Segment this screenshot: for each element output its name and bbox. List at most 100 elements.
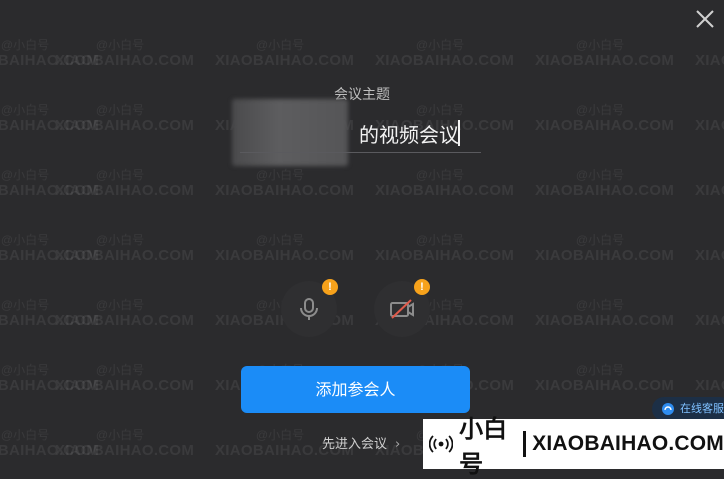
microphone-icon	[300, 298, 318, 320]
watermark-cn: @小白号	[695, 298, 724, 312]
watermark-en: XIAOBAIHAO.COM	[695, 377, 724, 394]
watermark-cn: @小白号	[695, 38, 724, 52]
watermark-en: XIAOBAIHAO.COM	[55, 182, 195, 199]
watermark-en: XIAOBAIHAO.COM	[0, 182, 100, 199]
watermark-cn: @小白号	[415, 38, 465, 52]
watermark: @小白号XIAOBAIHAO.COM	[535, 363, 675, 395]
online-service-button[interactable]: 在线客服	[652, 397, 724, 421]
watermark-cn: @小白号	[575, 38, 625, 52]
enter-meeting-label: 先进入会议	[322, 437, 388, 452]
watermark-cn: @小白号	[95, 298, 145, 312]
watermark-en: XIAOBAIHAO.COM	[535, 117, 675, 134]
text-caret	[458, 120, 460, 146]
brand-banner: 小白号 XIAOBAIHAO.COM	[423, 415, 724, 478]
watermark-en: XIAOBAIHAO.COM	[535, 52, 675, 69]
watermark-en: XIAOBAIHAO.COM	[55, 442, 195, 459]
watermark-en: XIAOBAIHAO.COM	[215, 182, 355, 199]
watermark: @小白号XIAOBAIHAO.COM	[375, 233, 515, 265]
watermark-cn: @小白号	[255, 38, 305, 52]
watermark-en: XIAOBAIHAO.COM	[375, 247, 515, 264]
close-button[interactable]	[694, 8, 716, 30]
watermark-cn: @小白号	[695, 233, 724, 247]
watermark-cn: @小白号	[415, 233, 465, 247]
watermark-cn: @小白号	[95, 38, 145, 52]
watermark-en: XIAOBAIHAO.COM	[55, 117, 195, 134]
watermark-en: XIAOBAIHAO.COM	[695, 182, 724, 199]
watermark: @小白号XIAOBAIHAO.COM	[215, 233, 355, 265]
watermark-cn: @小白号	[95, 363, 145, 377]
watermark-en: XIAOBAIHAO.COM	[0, 117, 100, 134]
watermark: @小白号XIAOBAIHAO.COM	[535, 233, 675, 265]
watermark-cn: @小白号	[575, 298, 625, 312]
watermark-en: XIAOBAIHAO.COM	[695, 312, 724, 329]
watermark-en: XIAOBAIHAO.COM	[535, 182, 675, 199]
watermark: @小白号XIAOBAIHAO.COM	[375, 168, 514, 200]
broadcast-icon	[429, 435, 454, 453]
watermark: @小白号XIAOBAIHAO.COM	[535, 168, 675, 200]
close-icon	[696, 10, 714, 28]
watermark-en: XIAOBAIHAO.COM	[55, 247, 195, 264]
watermark-en: XIAOBAIHAO.COM	[55, 377, 195, 394]
enter-meeting-link[interactable]: 先进入会议 ›	[322, 433, 400, 452]
meeting-topic-input[interactable]	[240, 115, 481, 153]
watermark-en: XIAOBAIHAO.COM	[535, 312, 675, 329]
watermark-en: XIAOBAIHAO.COM	[535, 377, 675, 394]
watermark-cn: @小白号	[695, 168, 724, 182]
watermark: @小白号XIAOBAIHAO.COM	[375, 38, 515, 70]
watermark-en: XIAOBAIHAO.COM	[55, 312, 195, 329]
watermark-en: XIAOBAIHAO.COM	[0, 377, 100, 394]
watermark-en: XIAOBAIHAO.COM	[0, 52, 100, 69]
camera-off-icon	[390, 299, 414, 319]
watermark: @小白号XIAOBAIHAO.COM	[695, 233, 724, 265]
watermark: @小白号XIAOBAIHAO.COM	[0, 38, 100, 70]
watermark-en: XIAOBAIHAO.COM	[215, 247, 355, 264]
watermark-cn: @小白号	[0, 38, 50, 52]
watermark-en: XIAOBAIHAO.COM	[375, 52, 515, 69]
watermark: @小白号XIAOBAIHAO.COM	[55, 38, 195, 70]
brand-name-en: XIAOBAIHAO.COM	[532, 432, 724, 455]
watermark: @小白号XIAOBAIHAO.COM	[535, 38, 675, 70]
watermark-cn: @小白号	[575, 103, 625, 117]
watermark: @小白号XIAOBAIHAO.COM	[0, 428, 100, 460]
watermark-en: XIAOBAIHAO.COM	[695, 117, 724, 134]
watermark: @小白号XIAOBAIHAO.COM	[215, 38, 354, 70]
watermark-cn: @小白号	[95, 103, 145, 117]
watermark-cn: @小白号	[95, 428, 145, 442]
watermark-cn: @小白号	[575, 168, 625, 182]
watermark-cn: @小白号	[0, 233, 50, 247]
watermark-cn: @小白号	[95, 233, 145, 247]
watermark-en: XIAOBAIHAO.COM	[0, 442, 100, 459]
watermark-en: XIAOBAIHAO.COM	[0, 312, 100, 329]
headset-icon	[662, 403, 674, 415]
watermark: @小白号XIAOBAIHAO.COM	[55, 363, 195, 395]
watermark-en: XIAOBAIHAO.COM	[55, 52, 195, 69]
watermark: @小白号XIAOBAIHAO.COM	[0, 363, 100, 395]
watermark: @小白号XIAOBAIHAO.COM	[0, 103, 100, 135]
online-service-label: 在线客服	[680, 402, 724, 415]
watermark-cn: @小白号	[255, 168, 305, 182]
watermark: @小白号XIAOBAIHAO.COM	[0, 233, 100, 265]
watermark-cn: @小白号	[0, 168, 50, 182]
watermark: @小白号XIAOBAIHAO.COM	[0, 168, 100, 200]
camera-warning-badge: !	[414, 279, 430, 295]
watermark-en: XIAOBAIHAO.COM	[535, 247, 675, 264]
watermark: @小白号XIAOBAIHAO.COM	[695, 103, 724, 135]
watermark-cn: @小白号	[255, 233, 305, 247]
microphone-warning-badge: !	[322, 279, 338, 295]
watermark-cn: @小白号	[575, 363, 625, 377]
watermark: @小白号XIAOBAIHAO.COM	[695, 363, 724, 395]
watermark-cn: @小白号	[0, 363, 50, 377]
watermark: @小白号XIAOBAIHAO.COM	[535, 103, 675, 135]
watermark: @小白号XIAOBAIHAO.COM	[695, 168, 724, 200]
watermark-en: XIAOBAIHAO.COM	[0, 247, 100, 264]
watermark-en: XIAOBAIHAO.COM	[695, 52, 724, 69]
watermark: @小白号XIAOBAIHAO.COM	[55, 428, 195, 460]
watermark: @小白号XIAOBAIHAO.COM	[695, 298, 724, 330]
add-participants-button[interactable]: 添加参会人	[241, 366, 470, 413]
watermark: @小白号XIAOBAIHAO.COM	[55, 298, 195, 330]
watermark-cn: @小白号	[0, 103, 50, 117]
watermark-cn: @小白号	[415, 168, 465, 182]
watermark-cn: @小白号	[0, 428, 50, 442]
watermark-cn: @小白号	[95, 168, 145, 182]
brand-separator	[522, 431, 527, 457]
